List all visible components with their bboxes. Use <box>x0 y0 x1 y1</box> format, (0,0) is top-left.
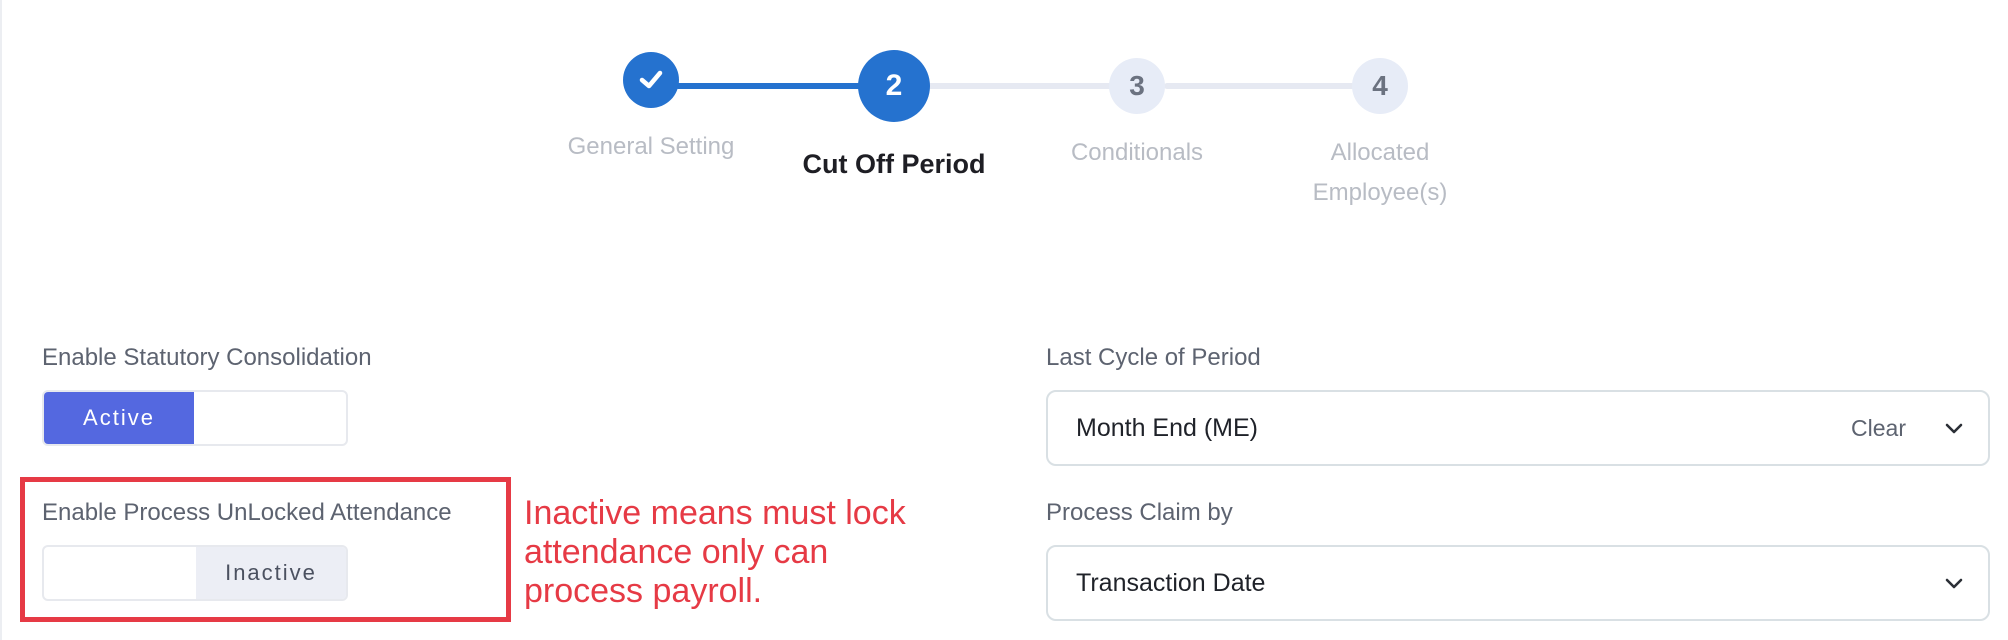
step-connector-1 <box>675 83 865 89</box>
process-claim-value: Transaction Date <box>1076 569 1266 597</box>
step-4-label: Allocated Employee(s) <box>1260 133 1500 213</box>
step-2-circle[interactable]: 2 <box>858 50 930 122</box>
step-1-label: General Setting <box>567 133 735 160</box>
step-3-label: Conditionals <box>1070 139 1204 166</box>
clear-button[interactable]: Clear <box>1851 392 1906 464</box>
chevron-down-icon[interactable] <box>1944 418 1964 438</box>
last-cycle-select[interactable]: Month End (ME) Clear <box>1046 390 1990 466</box>
last-cycle-label: Last Cycle of Period <box>1046 344 1261 371</box>
left-border <box>0 0 2 640</box>
step-connector-3 <box>1164 83 1358 89</box>
annotation-note: Inactive means must lock attendance only… <box>524 494 906 610</box>
step-4-label-line1: Allocated <box>1330 139 1430 166</box>
chevron-down-icon[interactable] <box>1944 573 1964 593</box>
process-claim-label: Process Claim by <box>1046 499 1233 526</box>
step-2-label: Cut Off Period <box>802 149 986 179</box>
statutory-consolidation-label: Enable Statutory Consolidation <box>42 344 372 371</box>
toggle-active-segment[interactable]: Active <box>44 392 194 444</box>
unlocked-attendance-label: Enable Process UnLocked Attendance <box>42 499 452 526</box>
step-4-circle[interactable]: 4 <box>1352 58 1408 114</box>
toggle-inactive-segment[interactable]: Inactive <box>196 547 346 599</box>
unlocked-attendance-toggle[interactable]: Inactive <box>42 545 348 601</box>
step-4-label-line2: Employee(s) <box>1312 179 1448 206</box>
check-icon <box>639 70 663 89</box>
step-3-circle[interactable]: 3 <box>1109 58 1165 114</box>
step-connector-2 <box>926 83 1116 89</box>
step-1-circle[interactable] <box>623 52 679 108</box>
process-claim-select[interactable]: Transaction Date <box>1046 545 1990 621</box>
statutory-consolidation-toggle[interactable]: Active <box>42 390 348 446</box>
last-cycle-value: Month End (ME) <box>1076 414 1259 442</box>
